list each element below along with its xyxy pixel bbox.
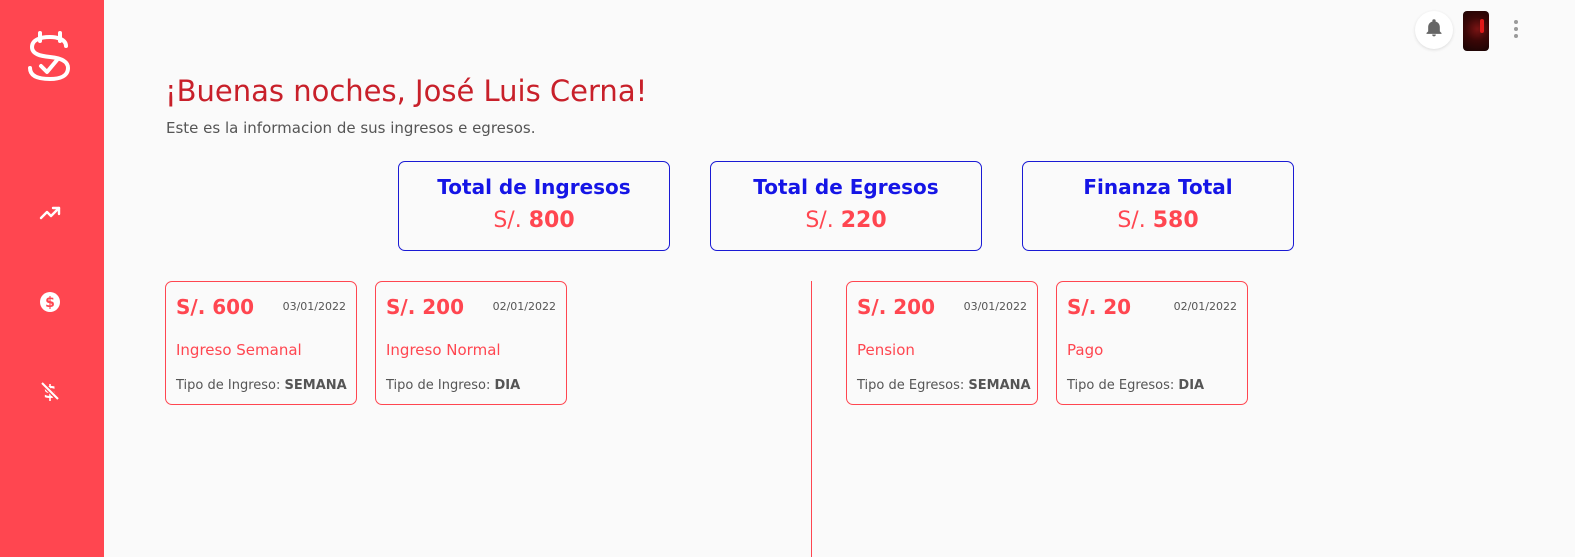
card-amount: S/. 200: [857, 295, 936, 319]
card-date: 03/01/2022: [963, 300, 1027, 313]
sidebar: $ $: [0, 0, 104, 557]
summary-value: S/. 580: [1117, 208, 1199, 233]
summary-card-ingresos: Total de Ingresos S/. 800: [398, 161, 670, 251]
page-subtitle: Este es la informacion de sus ingresos e…: [166, 119, 536, 137]
card-type: Tipo de Egresos: DIA: [1067, 378, 1205, 393]
card-amount: S/. 600: [176, 295, 255, 319]
trending-up-icon: [38, 201, 62, 229]
card-name: Pension: [857, 341, 915, 359]
dollar-circle-icon: $: [38, 290, 62, 318]
summary-value: S/. 220: [805, 208, 887, 233]
card-name: Ingreso Semanal: [176, 341, 302, 359]
sidebar-item-ingresos[interactable]: $: [36, 290, 64, 318]
calendar-logo-icon[interactable]: [26, 30, 74, 82]
svg-text:$: $: [45, 295, 55, 311]
card-amount: S/. 200: [386, 295, 465, 319]
summary-card-egresos: Total de Egresos S/. 220: [710, 161, 982, 251]
egreso-card[interactable]: S/. 200 03/01/2022 Pension Tipo de Egres…: [846, 281, 1038, 405]
sidebar-item-trending[interactable]: [36, 201, 64, 229]
egreso-card[interactable]: S/. 20 02/01/2022 Pago Tipo de Egresos: …: [1056, 281, 1248, 405]
page-title: ¡Buenas noches, José Luis Cerna!: [165, 74, 648, 108]
column-divider: [811, 281, 812, 557]
ingreso-card[interactable]: S/. 200 02/01/2022 Ingreso Normal Tipo d…: [375, 281, 567, 405]
card-type: Tipo de Egresos: SEMANA: [857, 378, 1031, 393]
card-type: Tipo de Ingreso: DIA: [386, 378, 521, 393]
card-date: 02/01/2022: [492, 300, 556, 313]
summary-title: Total de Ingresos: [437, 175, 631, 199]
card-name: Ingreso Normal: [386, 341, 501, 359]
summary-title: Finanza Total: [1083, 175, 1233, 199]
dollar-off-icon: $: [38, 379, 62, 407]
card-date: 03/01/2022: [282, 300, 346, 313]
ingreso-card[interactable]: S/. 600 03/01/2022 Ingreso Semanal Tipo …: [165, 281, 357, 405]
summary-card-total: Finanza Total S/. 580: [1022, 161, 1294, 251]
card-amount: S/. 20: [1067, 295, 1132, 319]
bell-icon: [1424, 18, 1444, 42]
card-date: 02/01/2022: [1173, 300, 1237, 313]
summary-value: S/. 800: [493, 208, 575, 233]
avatar[interactable]: [1463, 11, 1489, 51]
notifications-button[interactable]: [1415, 11, 1453, 49]
sidebar-item-egresos[interactable]: $: [36, 379, 64, 407]
summary-title: Total de Egresos: [753, 175, 939, 199]
card-name: Pago: [1067, 341, 1104, 359]
more-options-icon[interactable]: [1506, 16, 1526, 42]
card-type: Tipo de Ingreso: SEMANA: [176, 378, 347, 393]
